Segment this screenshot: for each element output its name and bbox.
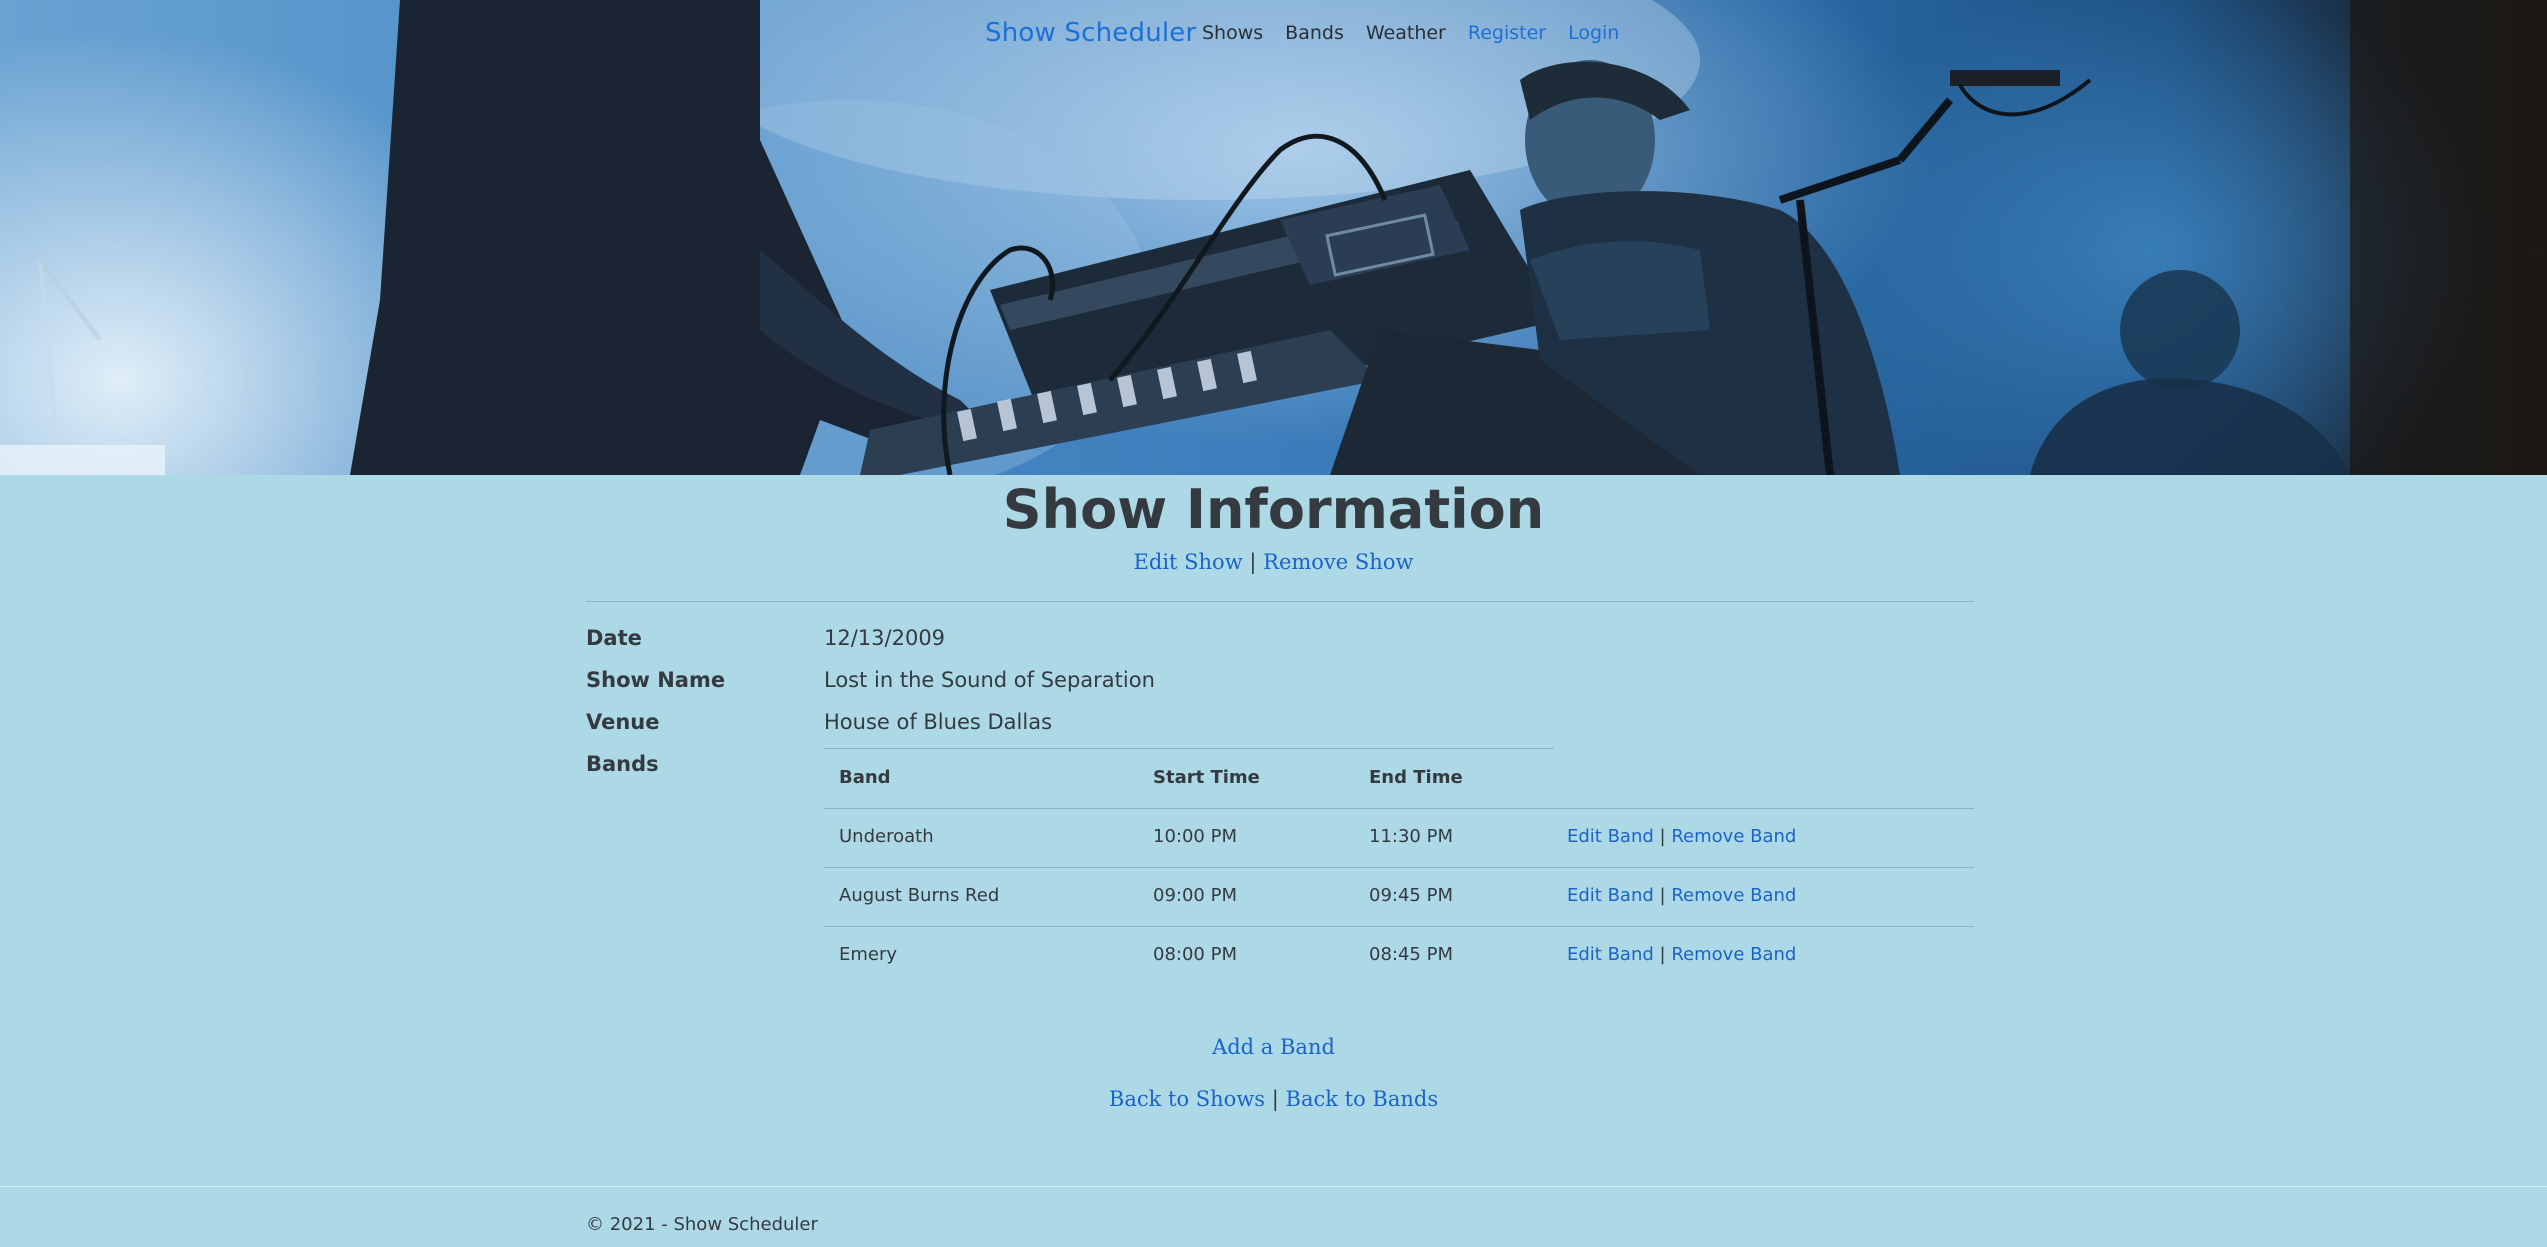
table-row-end-time: 08:45 PM — [1369, 944, 1453, 965]
edit-show-link[interactable]: Edit Show — [1134, 550, 1243, 574]
brand-link[interactable]: Show Scheduler — [985, 18, 1196, 48]
table-row-actions: Edit Band | Remove Band — [1567, 944, 1796, 965]
table-row-start-time: 10:00 PM — [1153, 826, 1237, 847]
table-row-start-time: 08:00 PM — [1153, 944, 1237, 965]
table-row-border — [824, 808, 1974, 809]
separator: | — [1659, 826, 1666, 847]
page-title: Show Information — [1002, 478, 1545, 541]
table-row-end-time: 09:45 PM — [1369, 885, 1453, 906]
table-row-border — [824, 926, 1974, 927]
table-row-actions: Edit Band | Remove Band — [1567, 885, 1796, 906]
table-row-end-time: 11:30 PM — [1369, 826, 1453, 847]
nav-link-bands[interactable]: Bands — [1285, 22, 1344, 44]
show-actions: Edit Show | Remove Show — [0, 550, 2547, 574]
add-band-link[interactable]: Add a Band — [1212, 1035, 1335, 1059]
remove-band-link[interactable]: Remove Band — [1671, 885, 1796, 906]
back-links: Back to Shows | Back to Bands — [0, 1087, 2547, 1111]
date-label: Date — [586, 626, 642, 650]
nav-link-login[interactable]: Login — [1568, 22, 1619, 44]
remove-band-link[interactable]: Remove Band — [1671, 944, 1796, 965]
table-row-border — [824, 867, 1974, 868]
back-to-bands-link[interactable]: Back to Bands — [1286, 1087, 1439, 1111]
separator: | — [1659, 885, 1666, 906]
venue-value: House of Blues Dallas — [824, 710, 1053, 734]
table-row-band: August Burns Red — [839, 885, 1000, 906]
footer-divider — [0, 1186, 2547, 1187]
show-name-label: Show Name — [586, 668, 726, 692]
column-header-band: Band — [839, 767, 891, 788]
nav-link-shows[interactable]: Shows — [1202, 22, 1263, 44]
bands-label: Bands — [586, 752, 659, 776]
column-header-start-time: Start Time — [1153, 767, 1260, 788]
table-row-band: Underoath — [839, 826, 934, 847]
footer-copyright: © 2021 - Show Scheduler — [586, 1214, 818, 1235]
main-nav: Shows Bands Weather Register Login — [1202, 22, 1641, 44]
edit-band-link[interactable]: Edit Band — [1567, 944, 1654, 965]
separator: | — [1271, 1087, 1279, 1111]
show-name-value: Lost in the Sound of Separation — [824, 668, 1155, 692]
edit-band-link[interactable]: Edit Band — [1567, 885, 1654, 906]
venue-label: Venue — [586, 710, 660, 734]
concert-photo — [0, 0, 2547, 475]
remove-show-link[interactable]: Remove Show — [1263, 550, 1413, 574]
column-header-end-time: End Time — [1369, 767, 1463, 788]
remove-band-link[interactable]: Remove Band — [1671, 826, 1796, 847]
nav-link-weather[interactable]: Weather — [1366, 22, 1446, 44]
add-band-container: Add a Band — [0, 1035, 2547, 1059]
separator: | — [1249, 550, 1257, 574]
table-top-border — [824, 748, 1554, 749]
divider — [586, 601, 1974, 602]
table-row-band: Emery — [839, 944, 898, 965]
table-row-actions: Edit Band | Remove Band — [1567, 826, 1796, 847]
date-value: 12/13/2009 — [824, 626, 946, 650]
separator: | — [1659, 944, 1666, 965]
back-to-shows-link[interactable]: Back to Shows — [1109, 1087, 1265, 1111]
table-row-start-time: 09:00 PM — [1153, 885, 1237, 906]
hero-banner-image — [0, 0, 2547, 475]
nav-link-register[interactable]: Register — [1468, 22, 1546, 44]
edit-band-link[interactable]: Edit Band — [1567, 826, 1654, 847]
